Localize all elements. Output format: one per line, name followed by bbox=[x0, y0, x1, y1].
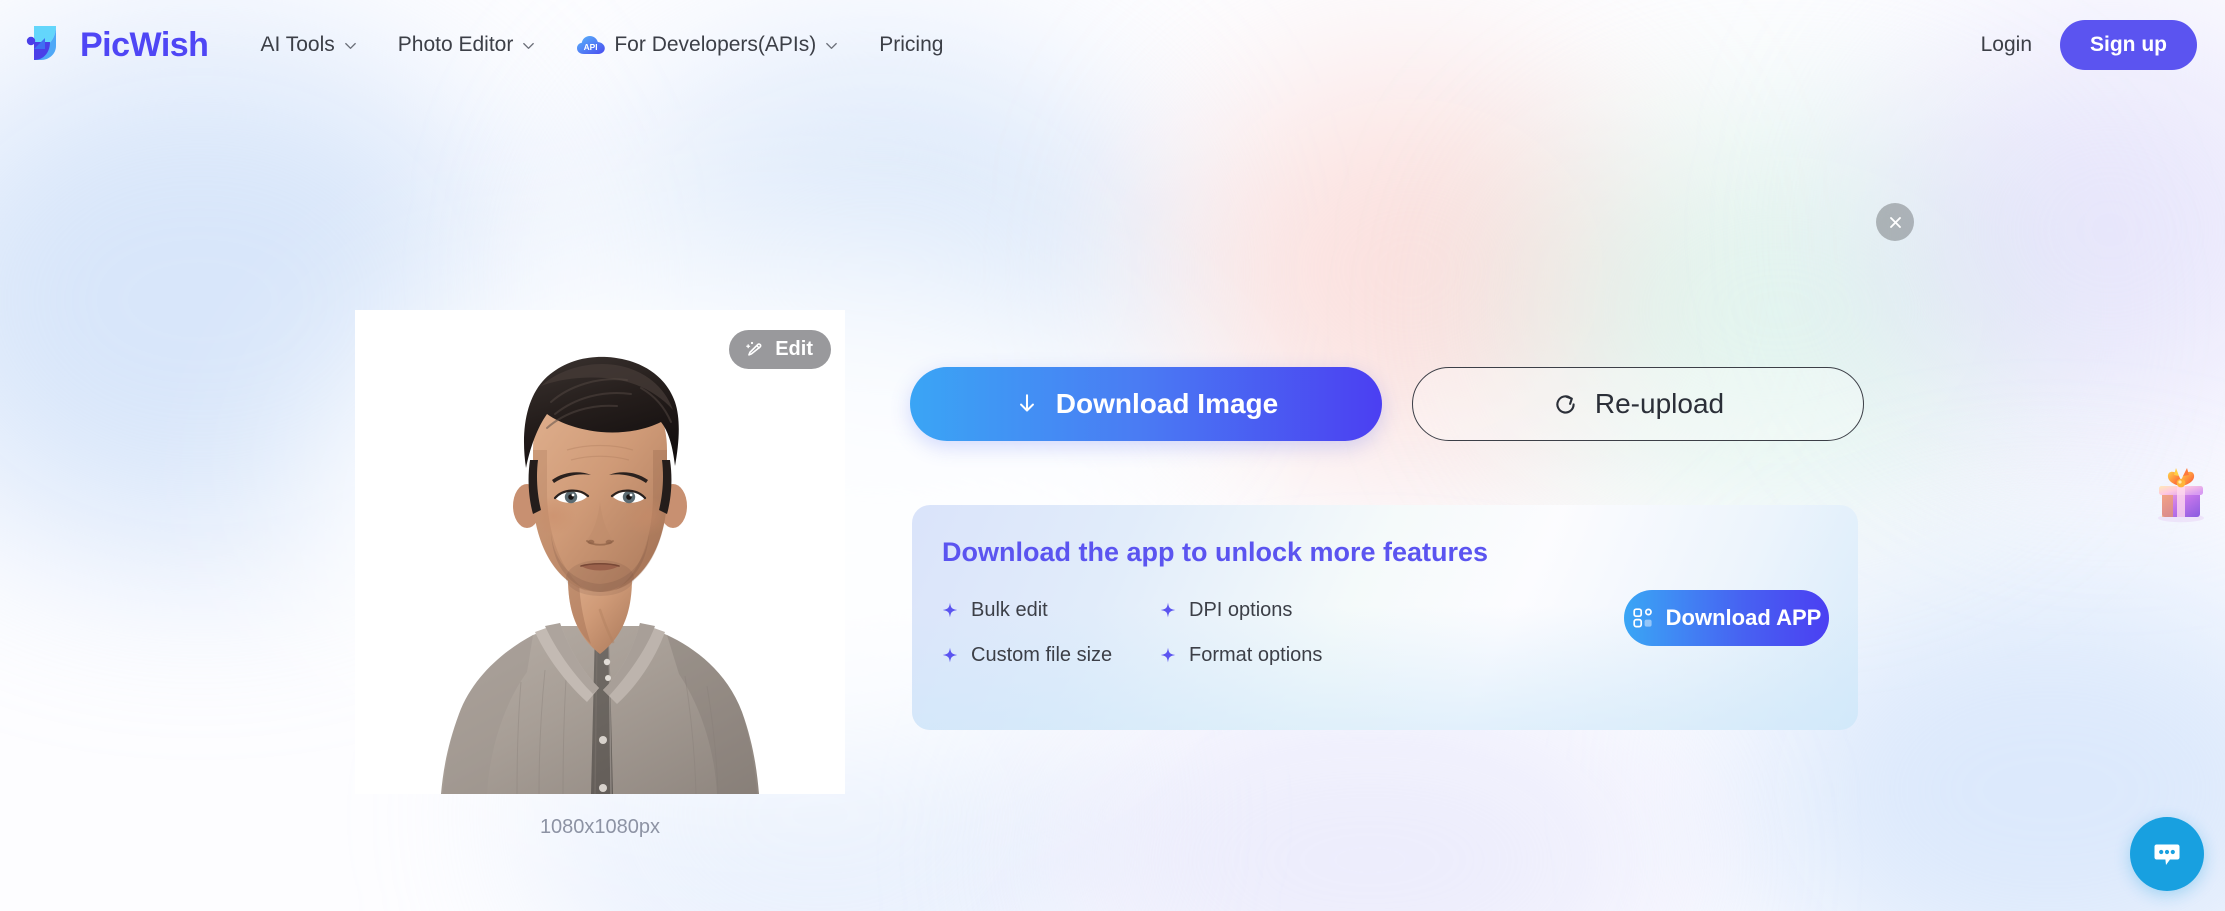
close-button[interactable] bbox=[1876, 203, 1914, 241]
header-actions: Login Sign up bbox=[1981, 20, 2197, 70]
sparkle-icon bbox=[1160, 647, 1176, 662]
download-image-label: Download Image bbox=[1055, 388, 1279, 419]
promo-feature-dpi-options: DPI options bbox=[1158, 599, 1322, 622]
chat-support-button[interactable] bbox=[2130, 817, 2204, 891]
gift-box-icon bbox=[2158, 468, 2204, 523]
qr-grid-icon bbox=[1633, 608, 1652, 628]
page-root: PicWish AI Tools Photo Editor API For De… bbox=[0, 0, 2225, 911]
nav-item-pricing[interactable]: Pricing bbox=[879, 33, 943, 57]
download-app-label: Download APP bbox=[1665, 605, 1822, 630]
close-icon bbox=[1889, 216, 1901, 228]
login-link[interactable]: Login bbox=[1981, 33, 2032, 57]
image-preview-card[interactable]: Edit bbox=[355, 310, 845, 794]
brand-name: PicWish bbox=[80, 25, 209, 64]
result-image bbox=[355, 310, 845, 794]
site-header: PicWish AI Tools Photo Editor API For De… bbox=[0, 0, 2225, 90]
download-arrow-icon bbox=[1019, 394, 1034, 412]
nav-item-ai-tools[interactable]: AI Tools bbox=[260, 33, 357, 57]
sparkle-icon bbox=[942, 602, 958, 617]
reupload-button[interactable]: Re-upload bbox=[1412, 367, 1864, 441]
promo-feature-label: Bulk edit bbox=[971, 599, 1048, 621]
promo-feature-list: Bulk edit DPI options Custom file size F… bbox=[940, 599, 1322, 667]
chevron-down-icon bbox=[523, 42, 535, 49]
gift-promo-button[interactable] bbox=[2150, 463, 2212, 525]
promo-feature-format-options: Format options bbox=[1158, 644, 1322, 667]
svg-text:API: API bbox=[584, 42, 598, 52]
refresh-icon bbox=[1556, 394, 1575, 414]
signup-button[interactable]: Sign up bbox=[2060, 20, 2197, 70]
promo-feature-custom-file-size: Custom file size bbox=[940, 644, 1158, 667]
sparkle-icon bbox=[942, 647, 958, 662]
promo-title: Download the app to unlock more features bbox=[942, 537, 1489, 567]
promo-feature-label: Custom file size bbox=[971, 644, 1113, 666]
edit-button-label: Edit bbox=[775, 338, 813, 360]
brand-logo-link[interactable]: PicWish bbox=[22, 22, 209, 68]
picwish-logo-icon bbox=[26, 26, 56, 60]
nav-item-for-developers[interactable]: API For Developers(APIs) bbox=[576, 33, 839, 57]
action-button-row: Download Image Re-upload bbox=[910, 367, 1864, 441]
download-app-button[interactable]: Download APP bbox=[1624, 590, 1829, 646]
edit-button[interactable]: Edit bbox=[729, 330, 831, 369]
promo-feature-label: Format options bbox=[1189, 644, 1323, 666]
reupload-label: Re-upload bbox=[1594, 388, 1725, 419]
image-preview-panel: Edit 1080x1080px bbox=[355, 310, 845, 839]
api-cloud-badge-icon: API bbox=[577, 36, 606, 54]
magic-pencil-icon bbox=[746, 341, 762, 356]
nav-item-label: Photo Editor bbox=[397, 33, 514, 56]
nav-item-label: For Developers(APIs) bbox=[614, 33, 817, 56]
chevron-down-icon bbox=[826, 42, 838, 49]
nav-item-photo-editor[interactable]: Photo Editor bbox=[398, 33, 537, 57]
chat-bubble-icon bbox=[2154, 844, 2180, 865]
sparkle-icon bbox=[1160, 602, 1176, 617]
promo-feature-bulk-edit: Bulk edit bbox=[940, 599, 1158, 622]
chevron-down-icon bbox=[344, 42, 356, 49]
main-navigation: AI Tools Photo Editor API For Developers… bbox=[260, 33, 1980, 57]
promo-feature-label: DPI options bbox=[1189, 599, 1293, 621]
nav-item-label: Pricing bbox=[879, 33, 944, 56]
image-dimensions-label: 1080x1080px bbox=[539, 816, 661, 838]
nav-item-label: AI Tools bbox=[260, 33, 335, 56]
download-image-button[interactable]: Download Image bbox=[910, 367, 1382, 441]
app-promo-card: Download the app to unlock more features… bbox=[912, 505, 1858, 730]
